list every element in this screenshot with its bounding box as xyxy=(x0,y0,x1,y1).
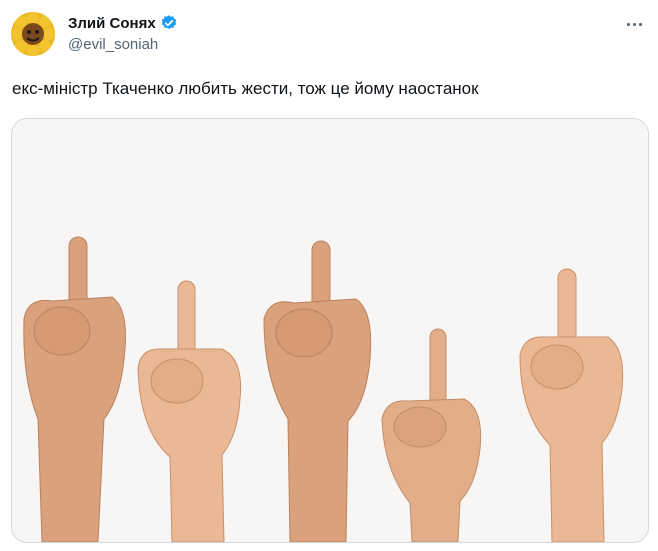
author-row: Злий Сонях xyxy=(68,14,178,32)
avatar[interactable] xyxy=(11,12,55,56)
five-raised-middle-finger-hands-photo xyxy=(12,119,648,542)
tweet-media[interactable] xyxy=(11,118,649,543)
tweet-text: екс-міністр Ткаченко любить жести, тож ц… xyxy=(12,79,479,98)
author-name[interactable]: Злий Сонях xyxy=(68,15,156,32)
sunflower-avatar-icon xyxy=(11,12,55,56)
more-options-icon[interactable] xyxy=(624,14,644,34)
author-handle[interactable]: @evil_soniah xyxy=(68,36,158,53)
verified-badge-icon xyxy=(160,14,178,32)
